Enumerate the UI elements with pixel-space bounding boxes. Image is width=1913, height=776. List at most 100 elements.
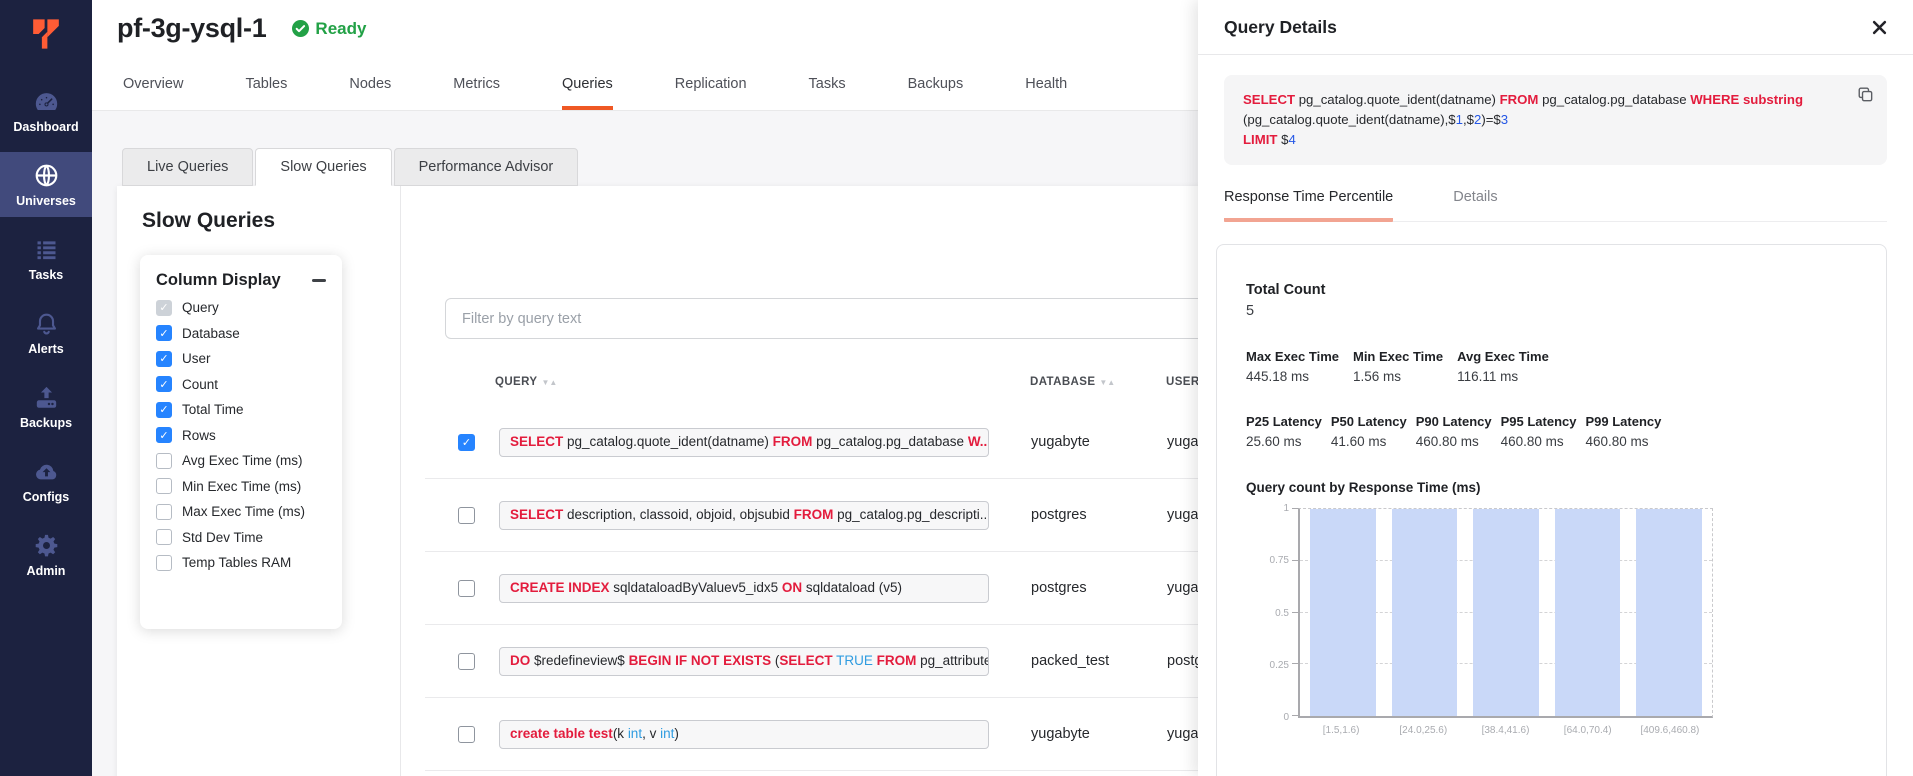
chart-plot-area [1298,508,1713,718]
query-cell[interactable]: SELECT description, classoid, objoid, ob… [499,501,989,530]
latency-stats: P25 Latency25.60 msP50 Latency41.60 msP9… [1246,414,1846,449]
panel-tab-response-time-percentile[interactable]: Response Time Percentile [1224,189,1393,222]
chart-bar[interactable] [1310,509,1376,716]
chart-bar[interactable] [1636,509,1702,716]
column-option-label: Min Exec Time (ms) [182,479,301,494]
column-option-query[interactable]: ✓Query [156,300,326,316]
sidebar-item-label: Tasks [2,268,90,282]
database-cell: packed_test [1031,653,1167,669]
tab-nodes[interactable]: Nodes [349,57,391,110]
column-option-count[interactable]: ✓Count [156,376,326,392]
column-option-max-exec-time-ms-[interactable]: Max Exec Time (ms) [156,504,326,520]
chart-bar[interactable] [1473,509,1539,716]
tab-overview[interactable]: Overview [123,57,183,110]
sidebar-item-universes[interactable]: Universes [0,152,92,217]
database-cell: yugabyte [1031,434,1167,450]
total-count-stat: Total Count 5 [1246,282,1846,319]
column-option-label: User [182,351,211,366]
x-tick-label: [24.0,25.6) [1390,725,1456,736]
sidebar-item-label: Configs [2,490,90,504]
subtab-slow-queries[interactable]: Slow Queries [255,148,391,186]
checkbox[interactable] [156,453,172,469]
query-cell[interactable]: create table test(k int, v int) [499,720,989,749]
column-option-std-dev-time[interactable]: Std Dev Time [156,529,326,545]
column-display-title: Column Display [156,271,281,290]
sidebar-item-admin[interactable]: Admin [0,522,92,587]
row-checkbox[interactable] [458,726,475,743]
sql-statement-box: SELECT pg_catalog.quote_ident(datname) F… [1224,75,1887,165]
checkbox[interactable] [156,555,172,571]
row-checkbox[interactable] [458,580,475,597]
checkbox[interactable] [156,529,172,545]
column-option-label: Avg Exec Time (ms) [182,453,303,468]
backups-icon [2,384,90,411]
collapse-icon[interactable] [312,279,326,282]
checkbox[interactable]: ✓ [156,351,172,367]
checkbox[interactable] [156,478,172,494]
column-header-query[interactable]: QUERY▼▲ [495,376,557,388]
sidebar-item-alerts[interactable]: Alerts [0,300,92,365]
sort-icon[interactable]: ▼▲ [1099,378,1115,387]
sidebar-item-dashboard[interactable]: Dashboard [0,78,92,143]
row-checkbox[interactable]: ✓ [458,434,475,451]
row-checkbox[interactable] [458,653,475,670]
tab-queries[interactable]: Queries [562,57,613,110]
sidebar-item-backups[interactable]: Backups [0,374,92,439]
query-filter-input[interactable] [445,298,1208,339]
tab-tables[interactable]: Tables [245,57,287,110]
close-icon[interactable] [1872,20,1887,35]
latency-stat: P95 Latency460.80 ms [1501,414,1577,449]
y-tick-label: 0.75 [1246,555,1289,566]
subtab-live-queries[interactable]: Live Queries [122,148,253,186]
subtab-performance-advisor[interactable]: Performance Advisor [394,148,579,186]
chart-x-axis: [1.5,1.6)[24.0,25.6)[38.4,41.6)[64.0,70.… [1298,725,1713,736]
x-tick-label: [409.6,460.8) [1637,725,1703,736]
sidebar: Dashboard Universes Tasks Alerts Backups Conf… [0,0,92,776]
checkbox[interactable]: ✓ [156,376,172,392]
column-option-user[interactable]: ✓ User [156,351,326,367]
query-cell[interactable]: SELECT pg_catalog.quote_ident(datname) F… [499,428,989,457]
tab-replication[interactable]: Replication [675,57,747,110]
column-option-database[interactable]: ✓Database [156,325,326,341]
chart-title: Query count by Response Time (ms) [1246,480,1846,495]
checkbox[interactable]: ✓ [156,300,172,316]
checkbox[interactable]: ✓ [156,325,172,341]
sidebar-item-label: Universes [2,194,90,208]
checkbox[interactable] [156,504,172,520]
tab-tasks[interactable]: Tasks [809,57,846,110]
checkbox[interactable]: ✓ [156,402,172,418]
column-option-rows[interactable]: ✓Rows [156,427,326,443]
tab-health[interactable]: Health [1025,57,1067,110]
column-option-total-time[interactable]: ✓ Total Time [156,402,326,418]
checkbox[interactable]: ✓ [156,427,172,443]
configs-icon [2,458,90,485]
query-cell[interactable]: CREATE INDEX sqldataloadByValuev5_idx5 O… [499,574,989,603]
y-tick-label: 0.5 [1246,608,1289,619]
sidebar-item-label: Dashboard [2,120,90,134]
y-tick-mark [1292,560,1298,561]
tasks-icon [2,236,90,263]
x-tick-label: [64.0,70.4) [1555,725,1621,736]
column-option-label: Total Time [182,402,244,417]
copy-icon[interactable] [1857,86,1874,109]
tab-backups[interactable]: Backups [908,57,964,110]
query-cell[interactable]: DO $redefineview$ BEGIN IF NOT EXISTS (S… [499,647,989,676]
column-option-temp-tables-ram[interactable]: Temp Tables RAM [156,555,326,571]
panel-tab-details[interactable]: Details [1453,189,1497,222]
y-tick-mark [1292,612,1298,613]
total-count-value: 5 [1246,303,1846,319]
yugabyte-logo-icon[interactable] [24,12,68,56]
sidebar-item-configs[interactable]: Configs [0,448,92,513]
column-option-min-exec-time-ms-[interactable]: Min Exec Time (ms) [156,478,326,494]
column-option-avg-exec-time-ms-[interactable]: Avg Exec Time (ms) [156,453,326,469]
tab-metrics[interactable]: Metrics [453,57,500,110]
sidebar-item-tasks[interactable]: Tasks [0,226,92,291]
chart-bar[interactable] [1392,509,1458,716]
dashboard-icon [2,88,90,115]
app-root: Dashboard Universes Tasks Alerts Backups Conf… [0,0,1913,776]
chart-bar[interactable] [1555,509,1621,716]
sql-line: LIMIT $4 [1243,130,1843,150]
row-checkbox[interactable] [458,507,475,524]
column-header-database[interactable]: DATABASE▼▲ [1030,376,1115,388]
sort-icon[interactable]: ▼▲ [541,378,557,387]
